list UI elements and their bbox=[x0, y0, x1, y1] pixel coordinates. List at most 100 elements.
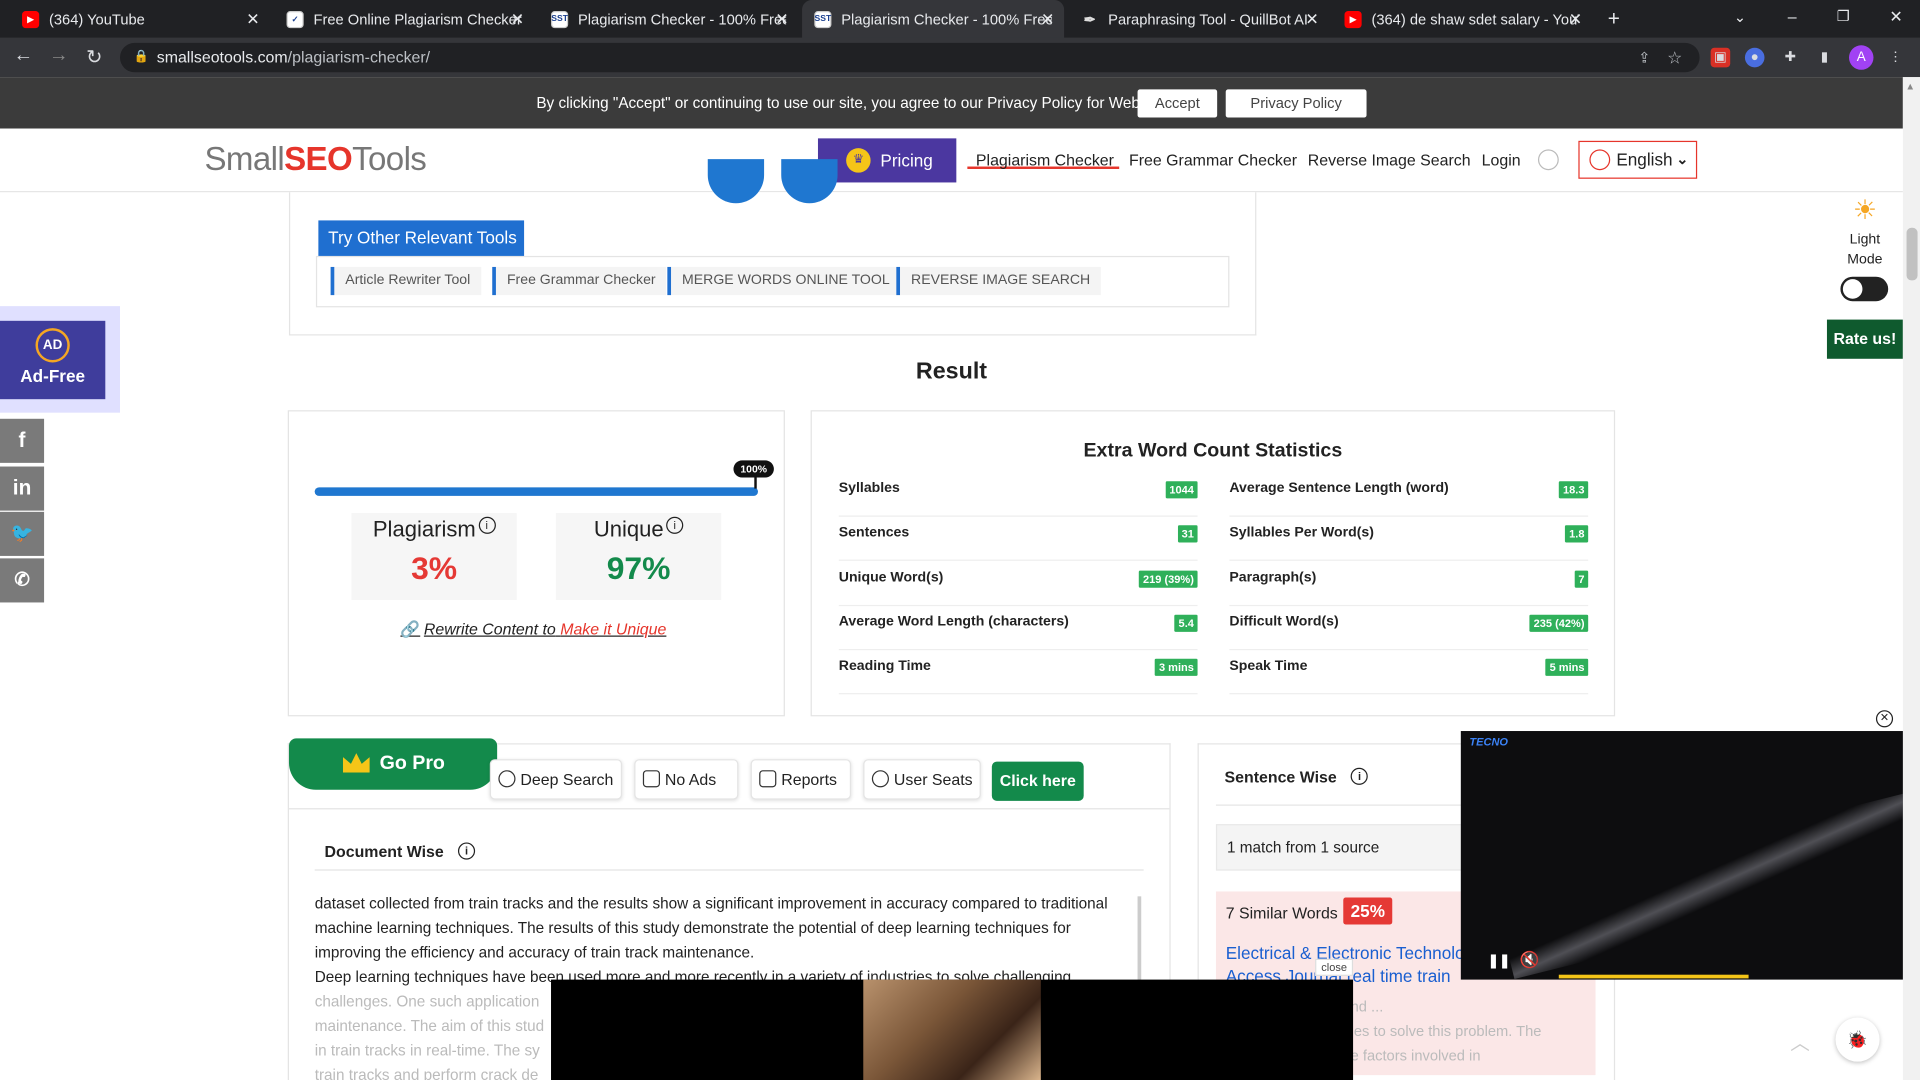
nav-grammar-checker[interactable]: Free Grammar Checker bbox=[1129, 151, 1297, 169]
stat-label: Speak Time bbox=[1229, 659, 1308, 674]
stat-row: Syllables 1044 bbox=[838, 473, 1198, 517]
video-progress[interactable] bbox=[1558, 974, 1749, 979]
reload-icon[interactable]: ↻ bbox=[77, 45, 111, 69]
progress-fill bbox=[314, 487, 758, 496]
pricing-button[interactable]: ♛ Pricing bbox=[817, 138, 957, 183]
report-icon bbox=[759, 770, 777, 788]
heading-label: Document Wise bbox=[324, 842, 444, 861]
close-tab-icon[interactable]: ✕ bbox=[1041, 10, 1054, 30]
profile-avatar[interactable]: A bbox=[1848, 45, 1874, 70]
user-seats-button[interactable]: User Seats bbox=[863, 759, 981, 800]
nav-login[interactable]: Login bbox=[1482, 151, 1521, 169]
accept-button[interactable]: Accept bbox=[1137, 89, 1218, 118]
window-close-icon[interactable]: ✕ bbox=[1889, 7, 1902, 27]
url-host: smallseotools.com bbox=[156, 47, 288, 67]
pause-icon[interactable]: ❚❚ bbox=[1488, 953, 1511, 969]
info-icon[interactable]: i bbox=[666, 516, 684, 534]
close-tab-icon[interactable]: ✕ bbox=[1569, 10, 1582, 30]
extension-icon[interactable]: ▣ bbox=[1710, 47, 1731, 68]
stat-value-badge: 7 bbox=[1574, 570, 1589, 588]
rewrite-link[interactable]: 🔗 Rewrite Content to Make it Unique bbox=[400, 620, 666, 640]
restore-icon[interactable]: ❐ bbox=[1837, 7, 1850, 24]
text-scrollbar[interactable] bbox=[1137, 896, 1142, 983]
rewrite-text: Rewrite Content to bbox=[423, 619, 556, 638]
facebook-icon[interactable]: f bbox=[0, 418, 45, 463]
tab-quillbot[interactable]: ✒ Paraphrasing Tool - QuillBot AI ✕ bbox=[1069, 0, 1329, 38]
privacy-policy-button[interactable]: Privacy Policy bbox=[1225, 89, 1367, 118]
tool-link-article-rewriter[interactable]: Article Rewriter Tool bbox=[330, 266, 482, 296]
pricing-label: Pricing bbox=[880, 150, 933, 171]
forward-icon[interactable]: → bbox=[42, 45, 76, 67]
tool-link-grammar-checker[interactable]: Free Grammar Checker bbox=[492, 266, 667, 296]
deep-search-button[interactable]: Deep Search bbox=[489, 759, 623, 800]
bottom-ad-banner[interactable] bbox=[551, 979, 1354, 1080]
back-icon[interactable]: ← bbox=[6, 45, 40, 67]
puzzle-icon[interactable]: ✚ bbox=[1780, 48, 1800, 68]
info-icon[interactable]: i bbox=[458, 842, 476, 860]
close-tab-icon[interactable]: ✕ bbox=[511, 10, 524, 30]
side-panel-icon[interactable]: ▮ bbox=[1815, 48, 1835, 68]
new-tab-icon[interactable]: + bbox=[1608, 7, 1620, 31]
go-pro-badge[interactable]: Go Pro bbox=[288, 738, 498, 790]
close-tab-icon[interactable]: ✕ bbox=[775, 10, 788, 30]
info-icon[interactable]: i bbox=[1350, 767, 1369, 785]
site-logo[interactable]: SmallSEOTools bbox=[204, 141, 426, 179]
nav-plagiarism-checker[interactable]: Plagiarism Checker bbox=[967, 129, 1120, 169]
no-ads-button[interactable]: No Ads bbox=[634, 759, 739, 800]
tab-title: Free Online Plagiarism Checker - bbox=[313, 10, 522, 28]
tab-plagiarism-checker[interactable]: ✓ Free Online Plagiarism Checker - ✕ bbox=[274, 0, 534, 38]
close-icon[interactable]: ✕ bbox=[1875, 710, 1894, 728]
video-ad[interactable]: TECNO ❚❚ 🔇 bbox=[1460, 731, 1903, 980]
close-ad-button[interactable]: close bbox=[1315, 958, 1354, 976]
info-icon[interactable]: i bbox=[478, 516, 496, 534]
url-input[interactable]: 🔒 smallseotools.com/plagiarism-checker/ … bbox=[120, 42, 1700, 73]
ad-free-button[interactable]: AD Ad-Free bbox=[0, 320, 106, 400]
sentence-wise-heading: Sentence Wise i bbox=[1225, 767, 1369, 786]
tool-link-reverse-image[interactable]: REVERSE IMAGE SEARCH bbox=[896, 266, 1102, 296]
reports-button[interactable]: Reports bbox=[750, 759, 852, 800]
rate-us-button[interactable]: Rate us! bbox=[1826, 319, 1903, 359]
twitter-icon[interactable]: 🐦 bbox=[0, 511, 45, 556]
globe-icon bbox=[1589, 149, 1611, 171]
lock-icon: 🔒 bbox=[133, 50, 149, 64]
whatsapp-icon[interactable]: ✆ bbox=[0, 558, 45, 603]
bug-report-icon[interactable]: 🐞 bbox=[1835, 1017, 1880, 1062]
stat-label: Syllables bbox=[838, 481, 900, 496]
stat-row: Sentences 31 bbox=[838, 517, 1198, 562]
close-tab-icon[interactable]: ✕ bbox=[246, 10, 259, 30]
bookmark-star-icon[interactable]: ☆ bbox=[1667, 43, 1682, 72]
similar-percent-badge: 25% bbox=[1343, 897, 1393, 925]
stat-row: Paragraph(s) 7 bbox=[1229, 562, 1589, 606]
scrollbar-thumb[interactable] bbox=[1906, 227, 1918, 281]
menu-icon[interactable]: ⋮ bbox=[1886, 48, 1906, 68]
link-icon: 🔗 bbox=[400, 619, 421, 638]
scroll-to-top-icon[interactable]: ︿ bbox=[1790, 1026, 1810, 1055]
logo-text: Tools bbox=[352, 140, 427, 178]
language-label: English bbox=[1616, 149, 1673, 169]
close-tab-icon[interactable]: ✕ bbox=[1305, 10, 1318, 30]
light-mode-toggle[interactable] bbox=[1840, 276, 1889, 302]
video-frame bbox=[1493, 789, 1903, 979]
tool-link-merge-words[interactable]: MERGE WORDS ONLINE TOOL bbox=[667, 266, 901, 296]
language-selector[interactable]: English ⌄ bbox=[1578, 140, 1698, 179]
share-icon[interactable]: ⇪ bbox=[1638, 43, 1650, 72]
video-brand: TECNO bbox=[1469, 735, 1508, 749]
stats-title: Extra Word Count Statistics bbox=[1083, 440, 1343, 462]
tab-youtube-2[interactable]: ▶ (364) de shaw sdet salary - YouTu ✕ bbox=[1332, 0, 1592, 38]
nav-reverse-image-search[interactable]: Reverse Image Search bbox=[1308, 151, 1471, 169]
tab-search-icon[interactable]: ⌄ bbox=[1734, 9, 1746, 26]
linkedin-icon[interactable]: in bbox=[0, 466, 45, 511]
extension-icon[interactable]: ● bbox=[1744, 47, 1765, 68]
tab-sst-active[interactable]: SST Plagiarism Checker - 100% Free F ✕ bbox=[802, 0, 1065, 38]
click-here-button[interactable]: Click here bbox=[991, 761, 1084, 801]
user-icon bbox=[871, 770, 889, 788]
search-icon[interactable] bbox=[1537, 149, 1559, 171]
mute-icon[interactable]: 🔇 bbox=[1520, 950, 1540, 970]
minimize-icon[interactable]: – bbox=[1788, 7, 1797, 25]
tab-title: (364) YouTube bbox=[48, 10, 145, 28]
plagiarism-label: Plagiarism bbox=[372, 516, 476, 542]
tab-sst-1[interactable]: SST Plagiarism Checker - 100% Free F ✕ bbox=[539, 0, 799, 38]
site-header: SmallSEOTools ♛ Pricing Plagiarism Check… bbox=[0, 128, 1903, 193]
tab-youtube[interactable]: ▶ (364) YouTube ✕ bbox=[10, 0, 270, 38]
scroll-up-icon[interactable]: ▲ bbox=[1905, 81, 1915, 92]
